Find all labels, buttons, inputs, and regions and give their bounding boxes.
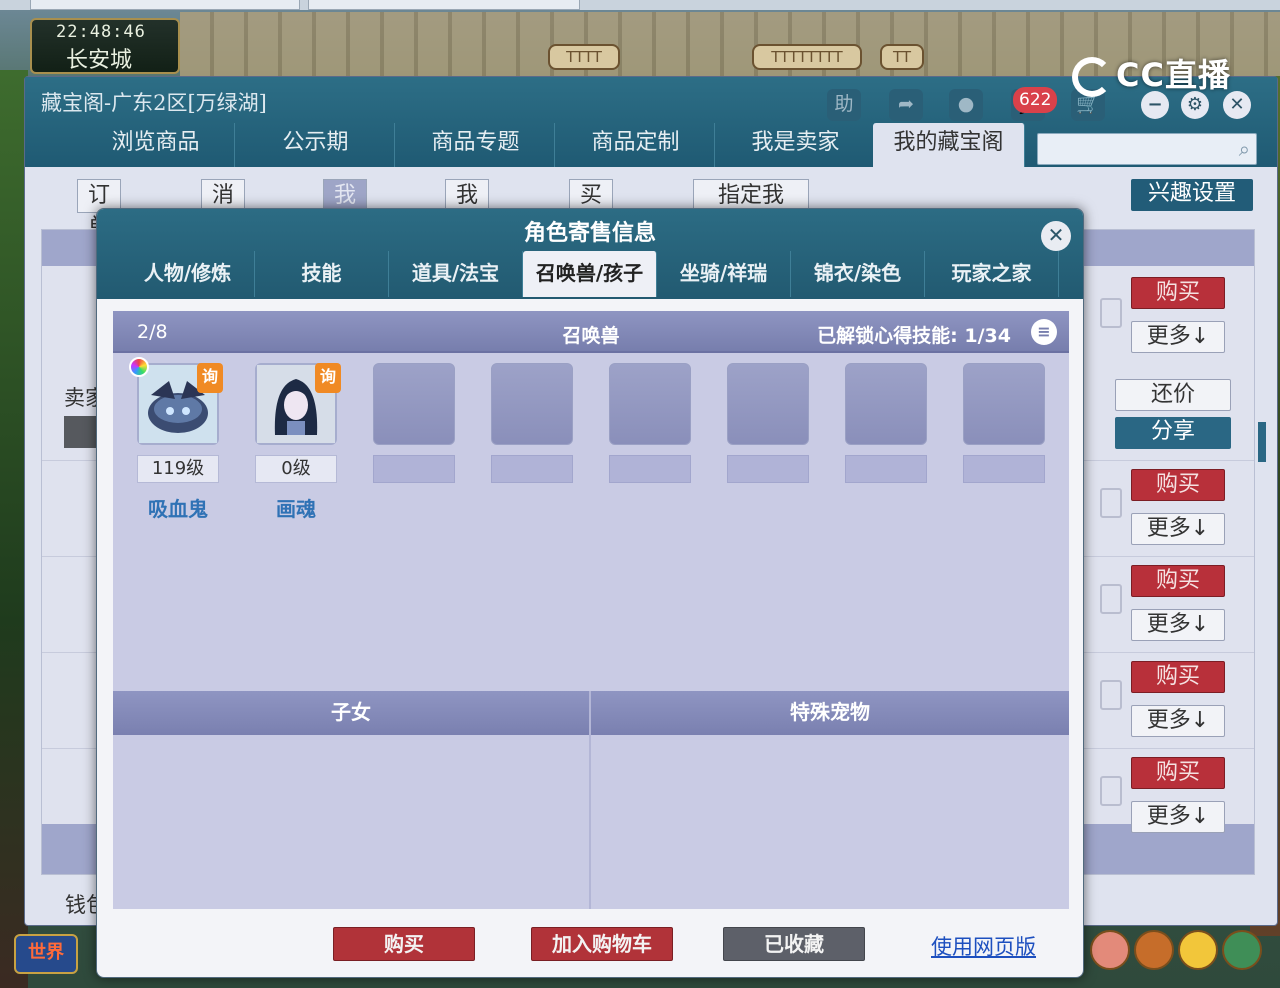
peach-icon[interactable] [1090, 930, 1130, 970]
more-button[interactable]: 更多↓ [1131, 801, 1225, 833]
buy-button[interactable]: 购买 [1131, 757, 1225, 789]
cc-logo-icon [1072, 57, 1112, 97]
web-version-link[interactable]: 使用网页版 [931, 931, 1036, 961]
buy-button[interactable]: 购买 [1131, 661, 1225, 693]
empty-level-field [373, 455, 455, 483]
game-tile-label: TTTTTTTT [752, 44, 862, 70]
unlocked-skills-label: 已解锁心得技能: 1/34 [817, 325, 1011, 347]
empty-level-field [963, 455, 1045, 483]
add-to-cart-button[interactable]: 加入购物车 [531, 927, 673, 961]
document-icon [1100, 680, 1122, 710]
game-time-text: 22:48:46 [56, 22, 146, 42]
special-pets-header: 特殊宠物 [591, 691, 1069, 735]
world-chat-button[interactable]: 世界 [14, 934, 78, 974]
dialog-close-icon[interactable]: ✕ [1041, 221, 1071, 251]
pet-slot-painted-soul[interactable]: 询 [255, 363, 341, 445]
pet-name[interactable]: 吸血鬼 [137, 493, 219, 522]
chat-count-badge: 622 [1013, 87, 1058, 113]
tab-skills[interactable]: 技能 [255, 251, 389, 297]
pet-slot-vampire[interactable]: 询 [129, 357, 223, 445]
summoned-beasts-panel: 2/8 召唤兽 已解锁心得技能: 1/34 ≡ 询 119级 吸血鬼 询 0级 … [113, 311, 1069, 909]
browser-tab[interactable] [308, 0, 580, 10]
more-button[interactable]: 更多↓ [1131, 321, 1225, 353]
share-button[interactable]: 分享 [1115, 417, 1231, 449]
interest-settings-button[interactable]: 兴趣设置 [1131, 179, 1253, 211]
pets-header-bar: 2/8 召唤兽 已解锁心得技能: 1/34 ≡ [113, 311, 1069, 353]
search-icon[interactable]: ⌕ [1239, 137, 1250, 161]
nav-my-pavilion[interactable]: 我的藏宝阁 [873, 123, 1025, 167]
document-icon [1100, 298, 1122, 328]
tab-mounts[interactable]: 坐骑/祥瑞 [657, 251, 791, 297]
tab-player-home[interactable]: 玩家之家 [925, 251, 1059, 297]
favorited-button[interactable]: 已收藏 [723, 927, 865, 961]
tab-character-training[interactable]: 人物/修炼 [121, 251, 255, 297]
browser-tab[interactable] [30, 0, 300, 10]
gear-icon[interactable] [1222, 930, 1262, 970]
record-icon[interactable]: ● [949, 89, 983, 121]
help-button[interactable]: 助 [827, 89, 861, 121]
more-button[interactable]: 更多↓ [1131, 513, 1225, 545]
dialog-header: 角色寄售信息 ✕ 人物/修炼 技能 道具/法宝 召唤兽/孩子 坐骑/祥瑞 锦衣/… [97, 209, 1083, 299]
empty-level-field [609, 455, 691, 483]
counter-offer-button[interactable]: 还价 [1115, 379, 1231, 411]
list-icon[interactable]: ≡ [1031, 319, 1057, 345]
buy-button[interactable]: 购买 [1131, 469, 1225, 501]
empty-level-field [491, 455, 573, 483]
empty-pet-slot [845, 363, 927, 445]
tab-items-treasures[interactable]: 道具/法宝 [389, 251, 523, 297]
game-shortcut-icons [1086, 920, 1280, 988]
tab-outfits-dye[interactable]: 锦衣/染色 [791, 251, 925, 297]
children-header: 子女 [113, 691, 589, 735]
column-divider [589, 691, 591, 909]
minimize-icon[interactable]: − [1141, 91, 1169, 119]
buy-button[interactable]: 购买 [333, 927, 475, 961]
dialog-title: 角色寄售信息 [523, 221, 656, 246]
shell-icon[interactable] [1134, 930, 1174, 970]
more-button[interactable]: 更多↓ [1131, 609, 1225, 641]
search-input[interactable]: ⌕ [1037, 133, 1257, 165]
buy-button[interactable]: 购买 [1131, 277, 1225, 309]
empty-level-field [727, 455, 809, 483]
document-icon [1100, 488, 1122, 518]
tab-pets-children[interactable]: 召唤兽/孩子 [523, 251, 657, 297]
pet-level: 119级 [137, 455, 219, 483]
game-clock: 22:48:46 长安城 [30, 18, 180, 74]
gem-icon [129, 357, 149, 377]
more-button[interactable]: 更多↓ [1131, 705, 1225, 737]
inquire-tag[interactable]: 询 [315, 363, 341, 393]
empty-pet-slot [963, 363, 1045, 445]
scrollbar-thumb[interactable] [1258, 422, 1266, 462]
pet-level: 0级 [255, 455, 337, 483]
nav-seller[interactable]: 我是卖家 [717, 123, 875, 167]
pet-name[interactable]: 画魂 [255, 493, 337, 522]
buy-button[interactable]: 购买 [1131, 565, 1225, 597]
document-icon [1100, 584, 1122, 614]
cc-logo-text: CC直播 [1116, 56, 1231, 94]
nav-browse-goods[interactable]: 浏览商品 [77, 123, 235, 167]
empty-level-field [845, 455, 927, 483]
nav-customize[interactable]: 商品定制 [557, 123, 715, 167]
smiley-icon[interactable] [1178, 930, 1218, 970]
empty-pet-slot [609, 363, 691, 445]
nav-topics[interactable]: 商品专题 [397, 123, 555, 167]
inquire-tag[interactable]: 询 [197, 363, 223, 393]
document-icon [1100, 776, 1122, 806]
game-city-name: 长安城 [66, 48, 133, 73]
cc-live-logo: CC直播 [1072, 50, 1231, 97]
game-tile-label: TT [880, 44, 924, 70]
browser-tab-strip [0, 0, 1280, 10]
close-icon[interactable]: ✕ [1223, 91, 1251, 119]
empty-pet-slot [727, 363, 809, 445]
share-arrow-icon[interactable]: ➦ [889, 89, 923, 121]
role-sale-info-dialog: 角色寄售信息 ✕ 人物/修炼 技能 道具/法宝 召唤兽/孩子 坐骑/祥瑞 锦衣/… [96, 208, 1084, 978]
settings-icon[interactable]: ⚙ [1181, 91, 1209, 119]
game-tile-label: TTTT [548, 44, 620, 70]
empty-pet-slot [491, 363, 573, 445]
empty-pet-slot [373, 363, 455, 445]
window-title: 藏宝阁-广东2区[万绿湖] [41, 91, 267, 115]
nav-public-period[interactable]: 公示期 [237, 123, 395, 167]
